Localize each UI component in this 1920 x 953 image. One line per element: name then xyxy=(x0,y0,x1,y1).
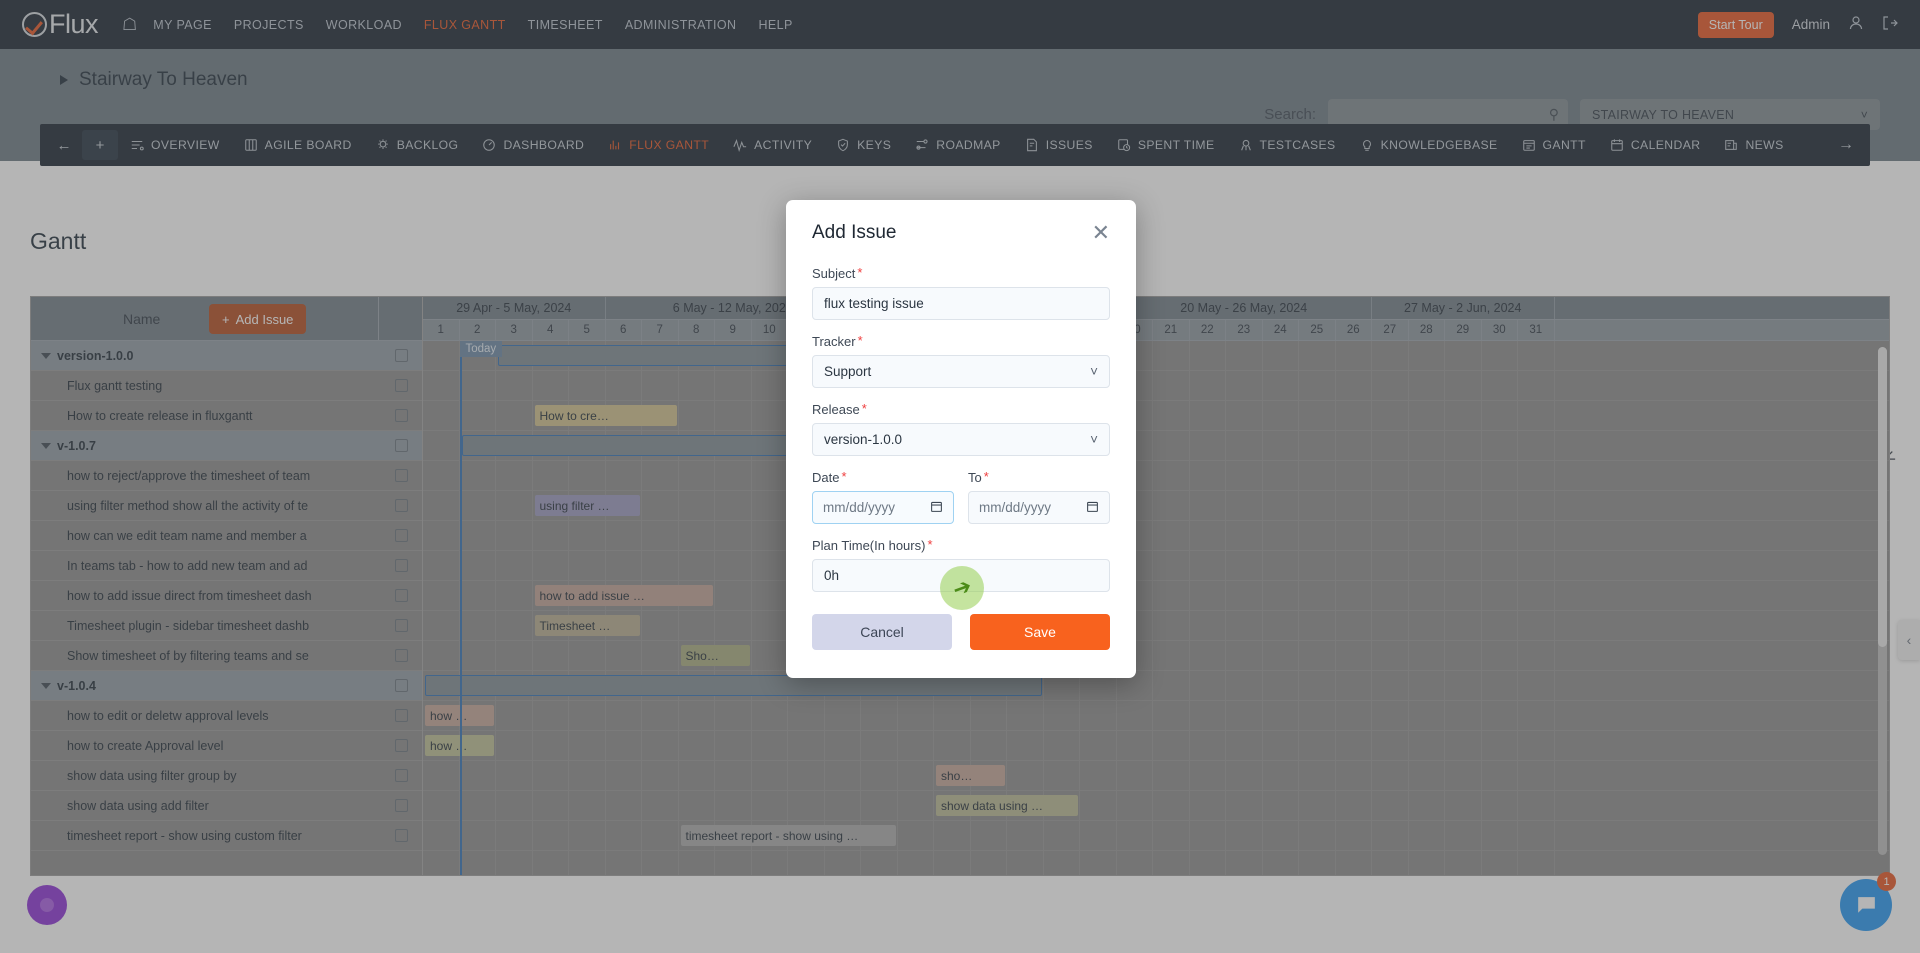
chevron-down-icon: ˅ xyxy=(1090,364,1098,379)
subject-label: Subject * xyxy=(812,266,1110,281)
date-from-group: Date * mm/dd/yyyy xyxy=(812,470,954,524)
cursor-highlight: ➔ xyxy=(940,566,984,610)
date-label-text: Date xyxy=(812,470,840,485)
required-marker: * xyxy=(927,537,933,552)
modal-header: Add Issue ✕ xyxy=(812,222,1110,244)
chevron-down-icon: ˅ xyxy=(1090,432,1098,447)
required-marker: * xyxy=(861,401,867,416)
to-label-text: To xyxy=(968,470,982,485)
cancel-button[interactable]: Cancel xyxy=(812,614,952,650)
date-from-input[interactable]: mm/dd/yyyy xyxy=(812,491,954,524)
tracker-value: Support xyxy=(824,364,872,379)
date-to-placeholder: mm/dd/yyyy xyxy=(979,500,1052,515)
required-marker: * xyxy=(857,333,863,348)
tracker-field-group: Tracker * Support ˅ xyxy=(812,334,1110,388)
date-from-placeholder: mm/dd/yyyy xyxy=(823,500,896,515)
release-value: version-1.0.0 xyxy=(824,432,903,447)
subject-field-group: Subject * xyxy=(812,266,1110,320)
gantt-app: Flux ☖ MY PAGE PROJECTS WORKLOAD FLUX GA… xyxy=(0,0,1920,953)
date-to-input[interactable]: mm/dd/yyyy xyxy=(968,491,1110,524)
subject-input[interactable] xyxy=(812,287,1110,320)
plan-time-label-text: Plan Time(In hours) xyxy=(812,538,926,553)
save-button[interactable]: Save xyxy=(970,614,1110,650)
modal-title: Add Issue xyxy=(812,222,897,243)
required-marker: * xyxy=(857,265,863,280)
date-label: Date * xyxy=(812,470,954,485)
tracker-select[interactable]: Support ˅ xyxy=(812,355,1110,388)
date-fields-row: Date * mm/dd/yyyy To * mm/dd/yyyy xyxy=(812,470,1110,524)
release-label: Release * xyxy=(812,402,1110,417)
release-field-group: Release * version-1.0.0 ˅ xyxy=(812,402,1110,456)
release-label-text: Release xyxy=(812,402,860,417)
required-marker: * xyxy=(841,469,847,484)
required-marker: * xyxy=(983,469,989,484)
cursor-icon: ➔ xyxy=(948,572,975,603)
to-label: To * xyxy=(968,470,1110,485)
tracker-label-text: Tracker xyxy=(812,334,856,349)
close-icon[interactable]: ✕ xyxy=(1092,222,1110,244)
calendar-icon[interactable] xyxy=(1086,500,1099,516)
modal-button-row: Cancel Save xyxy=(812,614,1110,650)
calendar-icon[interactable] xyxy=(930,500,943,516)
date-to-group: To * mm/dd/yyyy xyxy=(968,470,1110,524)
subject-label-text: Subject xyxy=(812,266,856,281)
tracker-label: Tracker * xyxy=(812,334,1110,349)
release-select[interactable]: version-1.0.0 ˅ xyxy=(812,423,1110,456)
plan-time-label: Plan Time(In hours) * xyxy=(812,538,1110,553)
